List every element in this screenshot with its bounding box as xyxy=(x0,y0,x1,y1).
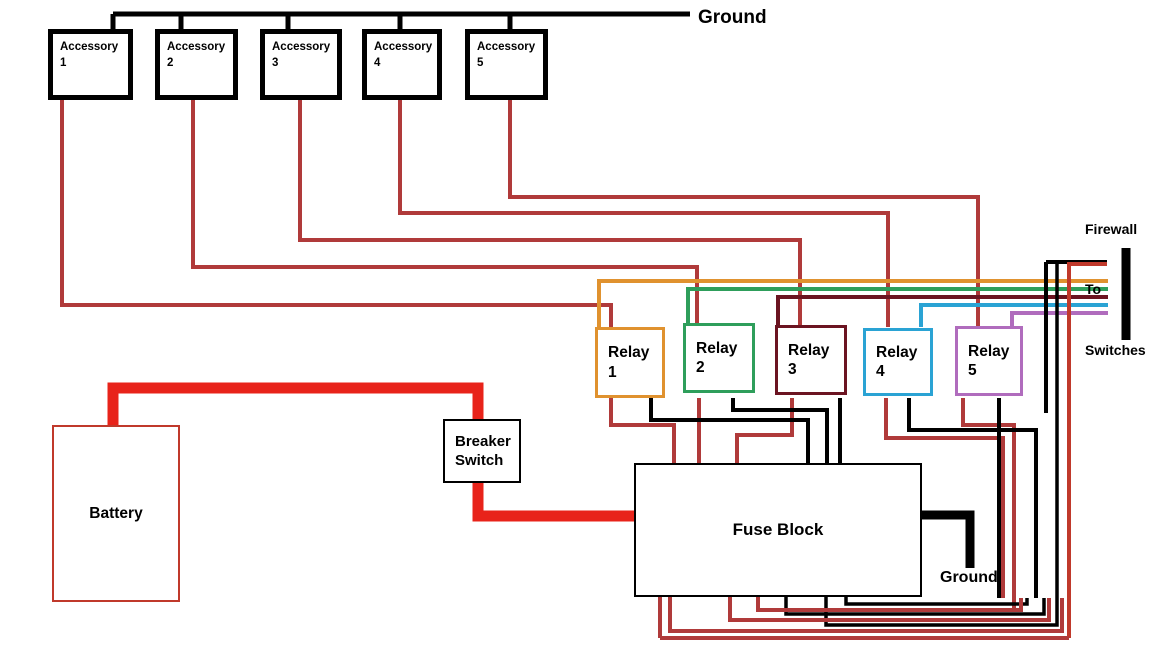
relay-4-signal-wire xyxy=(919,303,1108,327)
relay-1-out xyxy=(609,398,676,463)
firewall-label-line1: Firewall xyxy=(1085,220,1138,237)
fuse-block-box[interactable]: Fuse Block xyxy=(634,463,922,597)
relay-box-1[interactable]: Relay 1 xyxy=(595,327,665,398)
breaker-switch-label-line2: Switch xyxy=(455,452,504,469)
relay-3-label-line2: 3 xyxy=(788,361,797,378)
firewall-label-line2: To xyxy=(1085,281,1102,298)
relay-2-black xyxy=(731,398,829,463)
relay-1-label-line1: Relay xyxy=(608,344,650,362)
accessory-2-label-line2: 2 xyxy=(167,56,174,69)
accessory-3-label-line2: 3 xyxy=(272,56,279,69)
relay-3-label-line1: Relay xyxy=(788,341,830,359)
battery-to-breaker-cable xyxy=(107,382,484,431)
accessory-box-1[interactable]: Accessory 1 xyxy=(48,29,133,100)
wiring-diagram-canvas: Accessory 1 Accessory 2 Accessory 3 Acce… xyxy=(0,0,1152,648)
accessory-4-wire xyxy=(398,100,890,327)
ground-label-top: Ground xyxy=(698,7,767,28)
accessory-1-label-line2: 1 xyxy=(60,56,67,69)
relay-box-4[interactable]: Relay 4 xyxy=(863,328,933,396)
accessory-4-label-line2: 4 xyxy=(374,56,381,69)
main-power-cables xyxy=(107,382,647,522)
accessory-3-label-line1: Accessory xyxy=(272,41,331,53)
fuse-block-ground-wire xyxy=(922,510,975,568)
relay-1-label-line2: 1 xyxy=(608,363,617,381)
breaker-switch-box[interactable]: Breaker Switch xyxy=(443,419,521,483)
accessory-5-label-line1: Accessory xyxy=(477,41,536,53)
relay-5-label-line2: 5 xyxy=(968,362,977,379)
breaker-switch-label-line1: Breaker xyxy=(455,432,511,450)
accessory-box-3[interactable]: Accessory 3 xyxy=(260,29,342,100)
relay-4-label-line1: Relay xyxy=(876,343,918,361)
accessory-box-5[interactable]: Accessory 5 xyxy=(465,29,548,100)
battery-label: Battery xyxy=(89,504,143,522)
breaker-to-fuseblock-cable xyxy=(472,477,647,522)
firewall-label: Firewall To Switches xyxy=(1085,178,1146,401)
firewall-label-line3: Switches xyxy=(1085,342,1146,359)
relay-2-label-line2: 2 xyxy=(696,359,705,376)
relay-5-label-line1: Relay xyxy=(968,342,1010,360)
accessory-1-label-line1: Accessory xyxy=(60,41,119,53)
ground-label-fuse-block: Ground xyxy=(940,569,998,586)
fuse-block-label: Fuse Block xyxy=(732,520,824,539)
accessory-4-label-line1: Accessory xyxy=(374,41,433,53)
relay-box-3[interactable]: Relay 3 xyxy=(775,325,847,395)
relay-2-label-line1: Relay xyxy=(696,339,738,357)
relay-box-5[interactable]: Relay 5 xyxy=(955,326,1023,396)
accessory-5-label-line2: 5 xyxy=(477,56,484,69)
accessory-power-wires xyxy=(60,100,980,327)
battery-box[interactable]: Battery xyxy=(52,425,180,602)
relay-3-out xyxy=(735,398,794,463)
accessory-box-4[interactable]: Accessory 4 xyxy=(362,29,442,100)
relay-4-label-line2: 4 xyxy=(876,363,885,380)
relay-box-2[interactable]: Relay 2 xyxy=(683,323,755,393)
accessory-box-2[interactable]: Accessory 2 xyxy=(155,29,238,100)
accessory-2-label-line1: Accessory xyxy=(167,41,226,53)
